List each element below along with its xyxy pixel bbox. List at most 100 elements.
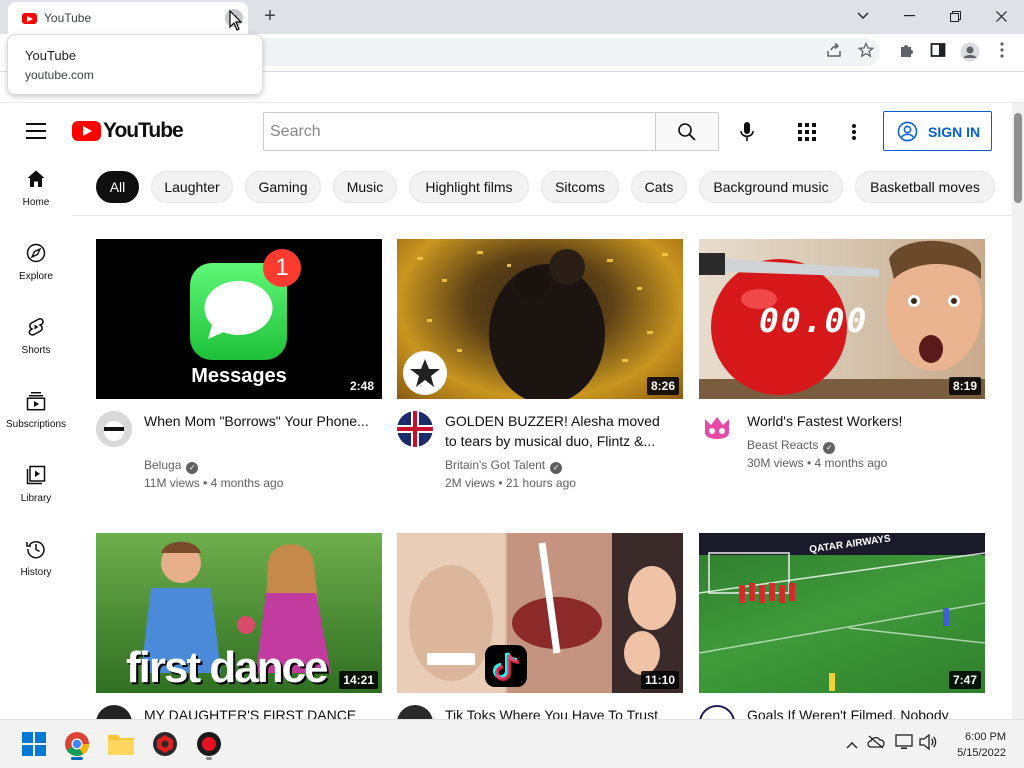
settings-more-button[interactable] bbox=[834, 112, 874, 152]
restore-window-button[interactable] bbox=[932, 0, 978, 30]
minimize-window-button[interactable] bbox=[886, 0, 932, 30]
video-title[interactable]: World's Fastest Workers! bbox=[747, 411, 975, 431]
guide-label-library: Library bbox=[20, 493, 52, 504]
tiktok-makeup-image bbox=[397, 533, 683, 693]
youtube-logo-icon[interactable] bbox=[72, 121, 101, 141]
video-duration: 2:48 bbox=[345, 377, 378, 395]
browser-tab-youtube[interactable]: YouTube × bbox=[8, 2, 248, 34]
youtube-apps-button[interactable] bbox=[787, 112, 827, 152]
chip-cats[interactable]: Cats bbox=[631, 171, 687, 203]
chip-background-music[interactable]: Background music bbox=[699, 171, 843, 203]
guide-item-history[interactable]: History bbox=[0, 529, 72, 603]
search-input[interactable] bbox=[263, 112, 656, 151]
channel-name[interactable]: Britain's Got Talent ✓ bbox=[445, 458, 563, 474]
video-duration: 11:10 bbox=[640, 671, 679, 689]
network-monitor-icon[interactable] bbox=[894, 734, 914, 754]
video-thumbnail[interactable]: 1 Messages 2:48 bbox=[96, 239, 382, 399]
thumbnail-caption: 00.00 bbox=[759, 301, 869, 340]
video-card[interactable]: 1 Messages 2:48 When Mom "Borrows" Your … bbox=[96, 239, 382, 499]
video-title[interactable]: Goals If Weren't Filmed, Nobody bbox=[747, 705, 975, 719]
video-thumbnail[interactable]: 11:10 bbox=[397, 533, 683, 693]
video-title[interactable]: GOLDEN BUZZER! Alesha moved to tears by … bbox=[445, 411, 673, 451]
channel-name-text[interactable]: Beluga bbox=[144, 458, 181, 472]
compass-icon bbox=[26, 243, 46, 263]
tab-search-chevron-icon[interactable] bbox=[840, 0, 886, 30]
hover-card-url: youtube.com bbox=[25, 68, 94, 82]
football-freekick-image bbox=[699, 533, 985, 691]
guide-label-explore: Explore bbox=[19, 271, 53, 282]
video-title[interactable]: Tik Toks Where You Have To Trust bbox=[445, 705, 673, 719]
guide-item-subscriptions[interactable]: Subscriptions bbox=[0, 381, 72, 455]
windows-start-icon[interactable] bbox=[20, 730, 48, 758]
address-bar[interactable] bbox=[200, 38, 880, 66]
cloud-offline-icon[interactable] bbox=[866, 734, 886, 754]
video-thumbnail[interactable]: first dance 14:21 bbox=[96, 533, 382, 693]
star-logo-icon bbox=[403, 351, 447, 395]
video-thumbnail[interactable]: QATAR AIRWAYS 7:47 bbox=[699, 533, 985, 693]
guide-label-subscriptions: Subscriptions bbox=[5, 419, 67, 430]
youtube-logo-text[interactable]: YouTube bbox=[103, 119, 184, 143]
new-tab-button[interactable]: + bbox=[259, 5, 281, 27]
channel-avatar[interactable] bbox=[699, 411, 735, 447]
windows-taskbar: 6:00 PM 5/15/2022 bbox=[0, 719, 1024, 768]
video-thumbnail[interactable]: 00.00 8:19 bbox=[699, 239, 985, 399]
volume-speaker-icon[interactable] bbox=[918, 733, 938, 754]
chrome-taskbar-icon[interactable] bbox=[63, 730, 91, 760]
video-card[interactable]: QATAR AIRWAYS 7:47 Goals If Weren't Film… bbox=[699, 533, 985, 719]
channel-avatar[interactable] bbox=[96, 411, 132, 447]
app-red-badge-icon[interactable] bbox=[151, 730, 179, 758]
extensions-puzzle-icon[interactable] bbox=[895, 42, 917, 64]
chip-gaming[interactable]: Gaming bbox=[245, 171, 321, 203]
video-title[interactable]: When Mom "Borrows" Your Phone... bbox=[144, 411, 372, 431]
guide-item-home[interactable]: Home bbox=[0, 159, 72, 233]
video-title[interactable]: MY DAUGHTER'S FIRST DANCE bbox=[144, 705, 372, 719]
channel-name[interactable]: Beluga ✓ bbox=[144, 458, 199, 474]
video-duration: 14:21 bbox=[339, 671, 378, 689]
channel-avatar[interactable] bbox=[397, 411, 433, 447]
search-button[interactable] bbox=[655, 112, 719, 151]
video-card[interactable]: first dance 14:21 MY DAUGHTER'S FIRST DA… bbox=[96, 533, 382, 719]
file-explorer-icon[interactable] bbox=[107, 730, 135, 758]
profile-avatar-icon[interactable] bbox=[959, 42, 981, 64]
video-thumbnail[interactable]: 8:26 bbox=[397, 239, 683, 399]
video-card[interactable]: 00.00 8:19 World's Fastest Workers! Beas… bbox=[699, 239, 985, 499]
video-card[interactable]: 8:26 GOLDEN BUZZER! Alesha moved to tear… bbox=[397, 239, 683, 499]
sign-in-button[interactable]: SIGN IN bbox=[883, 111, 992, 151]
chip-highlight-films[interactable]: Highlight films bbox=[409, 171, 529, 203]
microphone-icon bbox=[740, 122, 754, 141]
clock-time: 6:00 PM bbox=[965, 731, 1006, 743]
voice-search-button[interactable] bbox=[727, 112, 767, 152]
video-metadata: 30M views • 4 months ago bbox=[747, 456, 888, 470]
guide-item-explore[interactable]: Explore bbox=[0, 233, 72, 307]
verified-check-icon: ✓ bbox=[550, 462, 563, 474]
side-panel-icon[interactable] bbox=[927, 42, 949, 64]
tab-title: YouTube bbox=[44, 11, 92, 25]
channel-name-text[interactable]: Britain's Got Talent bbox=[445, 458, 545, 472]
screen-recorder-icon[interactable] bbox=[195, 730, 223, 760]
share-icon[interactable] bbox=[823, 42, 845, 64]
channel-avatar[interactable] bbox=[699, 705, 735, 719]
guide-item-library[interactable]: Library bbox=[0, 455, 72, 529]
show-hidden-icons-chevron-icon[interactable] bbox=[842, 734, 862, 754]
chip-basketball-moves[interactable]: Basketball moves bbox=[855, 171, 995, 203]
channel-name[interactable]: Beast Reacts ✓ bbox=[747, 438, 836, 454]
close-window-button[interactable] bbox=[978, 0, 1024, 30]
chip-music[interactable]: Music bbox=[333, 171, 397, 203]
video-card[interactable]: 11:10 Tik Toks Where You Have To Trust bbox=[397, 533, 683, 719]
account-circle-icon bbox=[897, 121, 918, 142]
guide-item-shorts[interactable]: Shorts bbox=[0, 307, 72, 381]
mini-guide: Home Explore Shorts Subscriptions Librar… bbox=[0, 159, 72, 719]
channel-avatar[interactable] bbox=[96, 705, 132, 719]
browser-menu-icon[interactable] bbox=[991, 42, 1013, 64]
chip-all[interactable]: All bbox=[96, 171, 139, 203]
chip-laughter[interactable]: Laughter bbox=[151, 171, 233, 203]
library-icon bbox=[26, 465, 46, 485]
bookmark-star-icon[interactable] bbox=[855, 41, 877, 64]
system-clock[interactable]: 6:00 PM 5/15/2022 bbox=[957, 729, 1006, 761]
scrollbar-thumb[interactable] bbox=[1014, 113, 1022, 203]
guide-menu-icon[interactable] bbox=[26, 123, 46, 139]
channel-avatar[interactable] bbox=[397, 705, 433, 719]
chip-sitcoms[interactable]: Sitcoms bbox=[541, 171, 619, 203]
page-scrollbar[interactable] bbox=[1012, 103, 1024, 719]
channel-name-text[interactable]: Beast Reacts bbox=[747, 438, 818, 452]
